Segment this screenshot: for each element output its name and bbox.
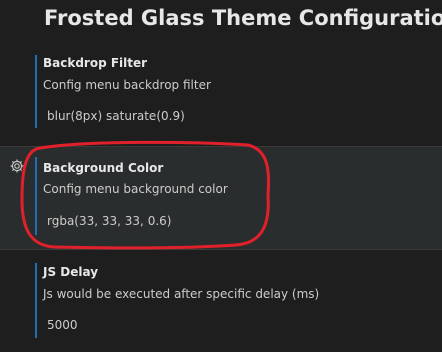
setting-value-input[interactable]: blur(8px) saturate(0.9): [47, 109, 185, 123]
setting-description: Js would be executed after specific dela…: [43, 287, 320, 301]
gear-icon[interactable]: [9, 158, 25, 174]
setting-modified-indicator: [35, 55, 37, 128]
settings-page: Frosted Glass Theme Configuration Backdr…: [0, 0, 442, 352]
setting-background-color[interactable]: Background Color Config menu background …: [0, 146, 442, 250]
setting-value-input[interactable]: 5000: [47, 318, 78, 332]
setting-js-delay[interactable]: JS Delay Js would be executed after spec…: [0, 256, 442, 352]
setting-name: Background Color: [43, 161, 164, 175]
setting-description: Config menu backdrop filter: [43, 78, 211, 92]
setting-modified-indicator: [35, 263, 37, 338]
setting-name: JS Delay: [43, 265, 99, 279]
setting-value-input[interactable]: rgba(33, 33, 33, 0.6): [47, 214, 171, 228]
setting-name: Backdrop Filter: [43, 56, 148, 70]
setting-modified-indicator: [35, 157, 37, 235]
page-title: Frosted Glass Theme Configuration: [44, 6, 442, 30]
setting-description: Config menu background color: [43, 182, 228, 196]
setting-backdrop-filter[interactable]: Backdrop Filter Config menu backdrop fil…: [0, 50, 442, 130]
